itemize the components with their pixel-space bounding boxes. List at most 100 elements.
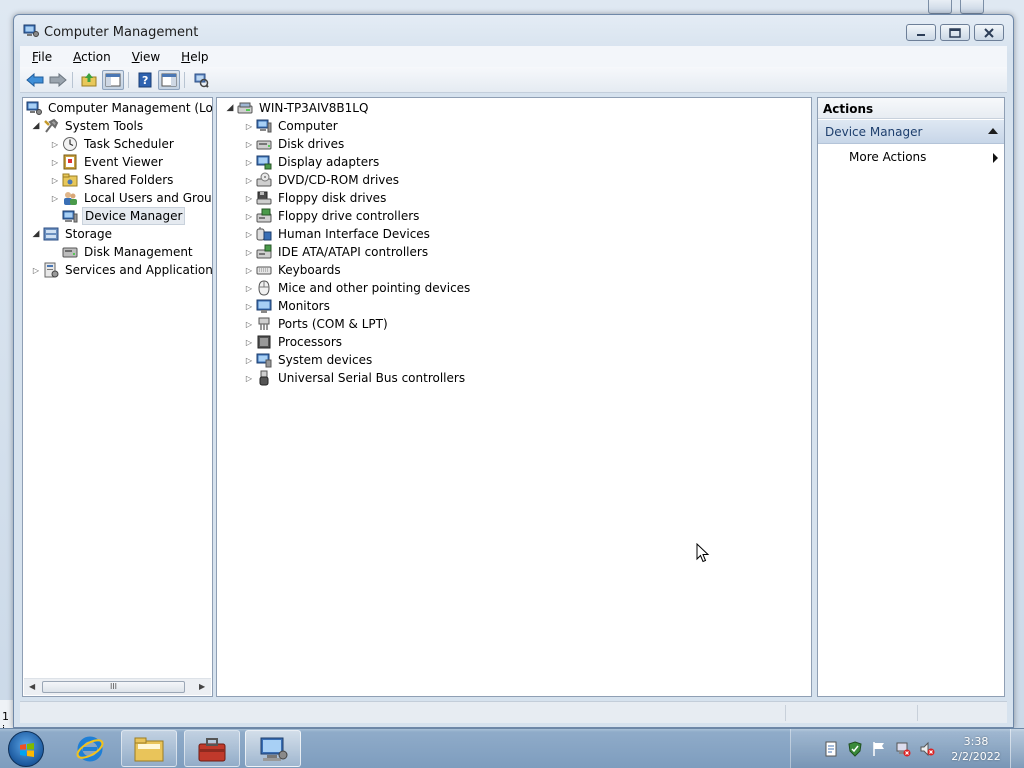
scan-hardware-button[interactable]	[190, 70, 212, 90]
expand-arrow-icon[interactable]: ▷	[244, 225, 254, 243]
device-category-processors[interactable]: ▷ Processors	[244, 333, 344, 351]
scroll-left-icon[interactable]: ◀	[29, 682, 35, 691]
menu-action[interactable]: Action	[61, 50, 120, 64]
processor-icon	[257, 335, 271, 349]
collapse-arrow-icon[interactable]: ◢	[225, 99, 235, 117]
device-category-system-devices[interactable]: ▷ System devices	[244, 351, 374, 369]
expand-arrow-icon[interactable]: ▷	[244, 279, 254, 297]
expand-arrow-icon[interactable]: ▷	[244, 297, 254, 315]
device-category-floppy-controllers[interactable]: ▷ Floppy drive controllers	[244, 207, 421, 225]
expand-arrow-icon[interactable]: ▷	[50, 189, 60, 207]
mouse-icon	[258, 280, 270, 296]
collapse-arrow-icon[interactable]: ◢	[31, 117, 41, 135]
device-root-computer[interactable]: ◢ WIN-TP3AIV8B1LQ	[225, 99, 370, 117]
tree-item-event-viewer[interactable]: ▷ Event Viewer	[50, 153, 165, 171]
expand-arrow-icon[interactable]: ▷	[244, 351, 254, 369]
expand-arrow-icon[interactable]: ▷	[244, 117, 254, 135]
expand-arrow-icon[interactable]: ▷	[244, 243, 254, 261]
device-category-label: Disk drives	[278, 137, 345, 151]
tree-item-shared-folders[interactable]: ▷ Shared Folders	[50, 171, 175, 189]
up-level-button[interactable]	[78, 70, 100, 90]
tree-item-services-applications[interactable]: ▷ Services and Applications	[31, 261, 212, 279]
volume-muted-icon[interactable]	[919, 741, 935, 757]
scroll-right-icon[interactable]: ▶	[199, 682, 205, 691]
system-clock[interactable]: 3:38 2/2/2022	[946, 734, 1006, 764]
horizontal-scrollbar[interactable]: ◀ III ▶	[24, 678, 211, 695]
tree-item-computer-management[interactable]: Computer Management (Local	[26, 99, 212, 117]
floppy-disk-icon	[256, 191, 272, 205]
computer-name-icon	[237, 102, 253, 114]
show-hide-action-pane-button[interactable]	[158, 70, 180, 90]
document-tray-icon[interactable]	[823, 741, 839, 757]
more-actions-item[interactable]: More Actions	[818, 146, 1004, 168]
device-category-keyboards[interactable]: ▷ Keyboards	[244, 261, 343, 279]
device-category-mice-pointing-devices[interactable]: ▷ Mice and other pointing devices	[244, 279, 472, 297]
menu-bar: File Action View Help	[20, 46, 1007, 67]
device-category-dvd-cdrom-drives[interactable]: ▷ DVD/CD-ROM drives	[244, 171, 401, 189]
close-button[interactable]	[974, 24, 1004, 41]
expand-arrow-icon[interactable]: ▷	[244, 315, 254, 333]
tree-item-system-tools[interactable]: ◢ System Tools	[31, 117, 145, 135]
bg-restore-button[interactable]	[960, 0, 984, 14]
console-tree-pane[interactable]: Computer Management (Local ◢ System Tool…	[22, 97, 213, 697]
device-category-disk-drives[interactable]: ▷ Disk drives	[244, 135, 346, 153]
bg-minimize-button[interactable]	[928, 0, 952, 14]
expand-arrow-icon[interactable]: ▷	[244, 171, 254, 189]
tree-item-local-users-groups[interactable]: ▷ Local Users and Groups	[50, 189, 212, 207]
collapse-arrow-icon[interactable]: ◢	[31, 225, 41, 243]
expand-arrow-icon[interactable]: ▷	[50, 135, 60, 153]
back-button[interactable]	[24, 70, 46, 90]
taskbar-server-manager[interactable]	[184, 730, 240, 767]
tree-item-device-manager[interactable]: Device Manager	[62, 207, 186, 225]
minimize-button[interactable]	[906, 24, 936, 41]
shared-folder-icon	[62, 173, 78, 187]
collapse-up-icon[interactable]	[988, 128, 998, 134]
help-button[interactable]: ?	[134, 70, 156, 90]
device-category-computer[interactable]: ▷ Computer	[244, 117, 340, 135]
tree-item-storage[interactable]: ◢ Storage	[31, 225, 114, 243]
tree-item-disk-management[interactable]: Disk Management	[62, 243, 195, 261]
expand-arrow-icon[interactable]: ▷	[50, 153, 60, 171]
actions-group-device-manager[interactable]: Device Manager	[818, 120, 1004, 144]
device-category-label: Processors	[278, 335, 343, 349]
expand-arrow-icon[interactable]: ▷	[244, 189, 254, 207]
taskbar-windows-explorer[interactable]	[121, 730, 177, 767]
expand-arrow-icon[interactable]: ▷	[244, 261, 254, 279]
forward-button[interactable]	[47, 70, 69, 90]
scroll-thumb[interactable]: III	[42, 681, 185, 693]
show-hide-tree-button[interactable]	[102, 70, 124, 90]
network-error-icon[interactable]	[895, 741, 911, 757]
device-category-label: DVD/CD-ROM drives	[278, 173, 400, 187]
expand-arrow-icon[interactable]: ▷	[244, 369, 254, 387]
device-category-usb-controllers[interactable]: ▷ Universal Serial Bus controllers	[244, 369, 467, 387]
device-category-human-interface-devices[interactable]: ▷ Human Interface Devices	[244, 225, 432, 243]
action-center-flag-icon[interactable]	[871, 741, 887, 757]
taskbar-internet-explorer[interactable]	[62, 730, 118, 767]
device-category-ide-ata-atapi-controllers[interactable]: ▷ IDE ATA/ATAPI controllers	[244, 243, 430, 261]
start-button[interactable]	[8, 731, 44, 767]
expand-arrow-icon[interactable]: ▷	[50, 171, 60, 189]
expand-arrow-icon[interactable]: ▷	[244, 135, 254, 153]
taskbar-computer-management[interactable]	[245, 730, 301, 767]
maximize-button[interactable]	[940, 24, 970, 41]
expand-arrow-icon[interactable]: ▷	[244, 333, 254, 351]
security-shield-icon[interactable]	[847, 741, 863, 757]
menu-view[interactable]: View	[120, 50, 169, 64]
expand-arrow-icon[interactable]: ▷	[244, 207, 254, 225]
toolbox-icon	[198, 737, 226, 761]
show-desktop-button[interactable]	[1010, 729, 1024, 768]
device-category-monitors[interactable]: ▷ Monitors	[244, 297, 332, 315]
device-category-ports-com-lpt[interactable]: ▷ Ports (COM & LPT)	[244, 315, 390, 333]
clock-icon	[63, 137, 77, 151]
menu-file[interactable]: File	[20, 50, 61, 64]
title-bar[interactable]: Computer Management	[14, 15, 1013, 45]
expand-arrow-icon[interactable]: ▷	[244, 153, 254, 171]
expand-arrow-icon[interactable]: ▷	[31, 261, 41, 279]
menu-help[interactable]: Help	[169, 50, 217, 64]
floppy-controller-icon	[256, 208, 272, 223]
device-tree-pane[interactable]: ◢ WIN-TP3AIV8B1LQ ▷ Computer ▷ Disk drives ▷…	[216, 97, 812, 697]
tree-item-task-scheduler[interactable]: ▷ Task Scheduler	[50, 135, 176, 153]
device-category-display-adapters[interactable]: ▷ Display adapters	[244, 153, 381, 171]
actions-header: Actions	[818, 98, 1004, 119]
device-category-floppy-disk-drives[interactable]: ▷ Floppy disk drives	[244, 189, 388, 207]
